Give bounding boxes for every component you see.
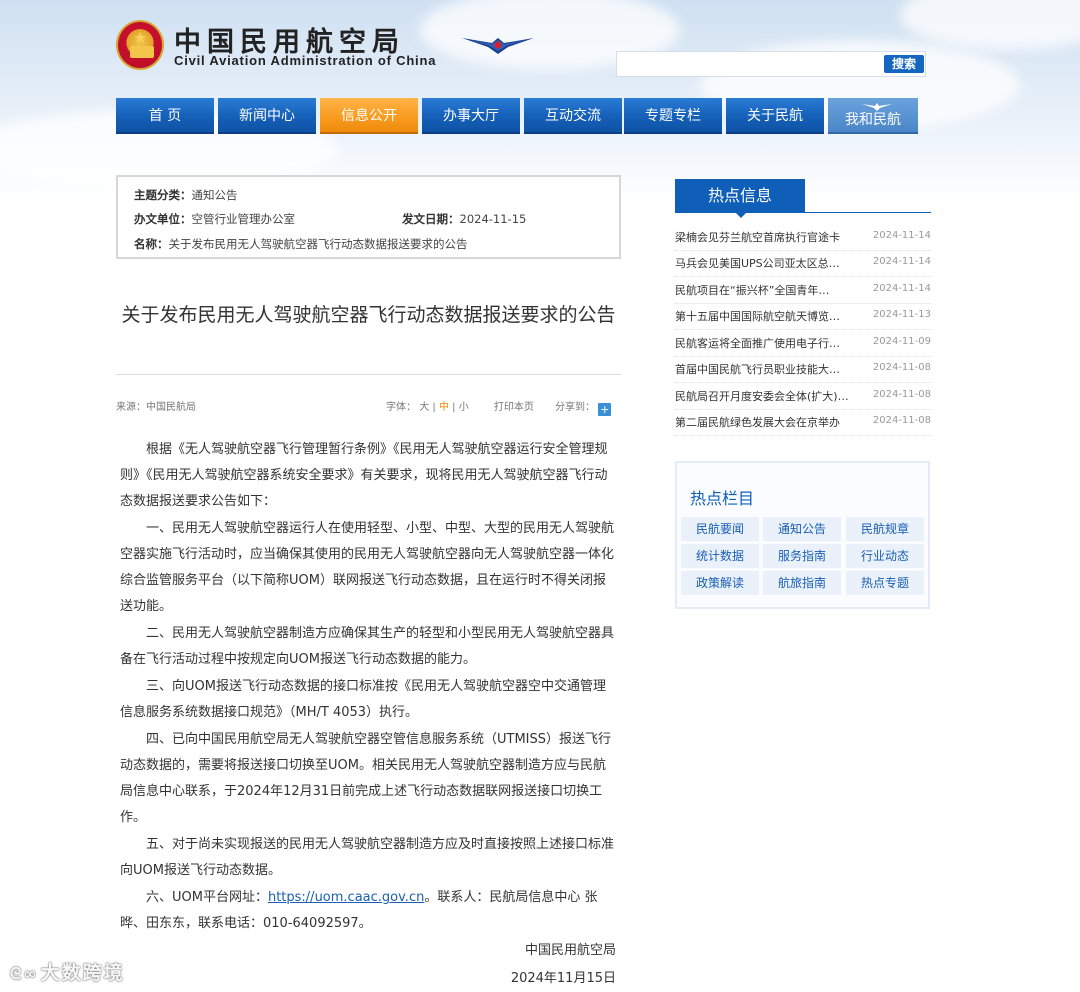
hot-info-rule [675,212,931,213]
hot-item-date: 2024-11-08 [872,389,931,400]
column-link[interactable]: 民航规章 [846,517,924,541]
column-link[interactable]: 民航要闻 [681,517,759,541]
hot-info-title: 热点信息 [675,179,805,218]
hot-item-date: 2024-11-14 [872,283,931,294]
meta-issuer-label: 办文单位： [134,212,192,226]
list-item[interactable]: 首届中国民航飞行员职业技能大… 2024-11-08 [675,357,931,383]
hot-item-date: 2024-11-08 [872,362,931,373]
hot-item-title[interactable]: 第二届民航绿色发展大会在京举办 [675,414,851,430]
meta-category-value: 通知公告 [191,188,238,202]
column-link[interactable]: 通知公告 [763,517,841,541]
list-item[interactable]: 民航客运将全面推广使用电子行… 2024-11-09 [675,331,931,357]
font-small-link[interactable]: 小 [459,402,469,413]
nav-topics[interactable]: 专题专栏 [624,98,722,134]
list-item[interactable]: 马兵会见美国UPS公司亚太区总… 2024-11-14 [675,251,931,277]
hot-item-date: 2024-11-13 [872,309,931,320]
hot-columns-box: 热点栏目 民航要闻 通知公告 民航规章 统计数据 服务指南 行业动态 政策解读 … [675,461,930,609]
meta-date: 发文日期：2024-11-15 [402,211,526,227]
article-body: 根据《无人驾驶航空器飞行管理暂行条例》《民用无人驾驶航空器运行安全管理规则》《民… [120,437,617,938]
nav-interaction[interactable]: 互动交流 [524,98,622,134]
font-size-label: 字体： [386,402,416,413]
column-link[interactable]: 服务指南 [763,544,841,568]
separator: | [452,402,456,413]
column-link[interactable]: 热点专题 [846,571,924,595]
separator: | [432,402,436,413]
list-item[interactable]: 民航项目在“振兴杯”全国青年… 2024-11-14 [675,278,931,304]
meta-name: 名称：关于发布民用无人驾驶航空器飞行动态数据报送要求的公告 [134,236,468,252]
contact-prefix: 六、UOM平台网址： [146,890,268,905]
search-input[interactable] [619,54,881,74]
meta-date-label: 发文日期： [402,212,460,226]
nav-label: 我和民航 [845,112,901,128]
hot-item-title[interactable]: 民航项目在“振兴杯”全国青年… [675,282,851,298]
print-link[interactable]: 打印本页 [494,402,534,413]
site-subtitle: Civil Aviation Administration of China [174,53,437,68]
paragraph: 二、民用无人驾驶航空器制造方应确保其生产的轻型和小型民用无人驾驶航空器具备在飞行… [120,626,615,667]
hot-item-title[interactable]: 首届中国民航飞行员职业技能大… [675,361,851,377]
nav-me-and-caac[interactable]: 我和民航 [828,98,918,134]
hot-item-title[interactable]: 民航局召开月度安委会全体(扩大)… [675,388,851,404]
hot-item-title[interactable]: 马兵会见美国UPS公司亚太区总… [675,255,851,271]
national-emblem-icon: ★ [116,20,164,70]
paragraph: 根据《无人驾驶航空器飞行管理暂行条例》《民用无人驾驶航空器运行安全管理规则》《民… [120,442,608,509]
meta-category-label: 主题分类： [134,188,192,202]
watermark-logo-icon: ᘓ∞ [10,964,39,983]
paragraph: 五、对于尚未实现报送的民用无人驾驶航空器制造方应及时直接按照上述接口标准向UOM… [120,837,615,878]
column-link[interactable]: 航旅指南 [763,571,841,595]
nav-about[interactable]: 关于民航 [726,98,824,134]
signature-date: 2024年11月15日 [510,971,616,986]
hot-item-date: 2024-11-08 [872,415,931,426]
list-item[interactable]: 第十五届中国国际航空航天博览… 2024-11-13 [675,304,931,330]
font-large-link[interactable]: 大 [419,402,429,413]
share-plus-icon[interactable]: + [598,403,612,416]
nav-service-hall[interactable]: 办事大厅 [422,98,520,134]
watermark: ᘓ∞ 大数跨境 [10,958,125,985]
meta-date-value: 2024-11-15 [459,212,527,226]
nav-info-disclosure[interactable]: 信息公开 [320,98,418,134]
divider [116,374,621,375]
paragraph: 三、向UOM报送飞行动态数据的接口标准按《民用无人驾驶航空器空中交通管理信息服务… [120,679,606,720]
document-meta-box: 主题分类：通知公告 办文单位：空管行业管理办公室 发文日期：2024-11-15… [116,175,621,259]
nav-news[interactable]: 新闻中心 [218,98,316,134]
list-item[interactable]: 梁楠会见芬兰航空首席执行官途卡 2024-11-14 [675,225,931,251]
article-title: 关于发布民用无人驾驶航空器飞行动态数据报送要求的公告 [121,304,616,326]
paragraph: 四、已向中国民用航空局无人驾驶航空器空管信息服务系统（UTMISS）报送飞行动态… [120,732,612,825]
font-medium-link[interactable]: 中 [439,402,449,413]
column-link[interactable]: 统计数据 [681,544,759,568]
hot-item-date: 2024-11-14 [872,256,931,267]
article-source: 来源：中国民航局 [116,402,196,413]
signature-org: 中国民用航空局 [524,943,616,958]
wings-icon [862,103,892,111]
hot-item-title[interactable]: 梁楠会见芬兰航空首席执行官途卡 [675,229,851,245]
uom-platform-link[interactable]: https://uom.caac.gov.cn [268,890,424,905]
list-item[interactable]: 第二届民航绿色发展大会在京举办 2024-11-08 [675,410,931,436]
column-link[interactable]: 行业动态 [846,544,924,568]
watermark-text: 大数跨境 [40,962,125,984]
search-button[interactable]: 搜索 [884,55,924,73]
meta-name-label: 名称： [134,237,169,251]
hot-item-date: 2024-11-09 [872,336,931,347]
caac-wings-logo-icon [462,38,534,54]
meta-category: 主题分类：通知公告 [134,187,238,203]
hot-item-date: 2024-11-14 [872,230,931,241]
nav-home[interactable]: 首 页 [116,98,214,134]
hot-columns-title: 热点栏目 [690,489,755,508]
paragraph-contact: 六、UOM平台网址：https://uom.caac.gov.cn。联系人：民航… [120,885,617,937]
paragraph: 一、民用无人驾驶航空器运行人在使用轻型、小型、中型、大型的民用无人驾驶航空器实施… [120,521,615,614]
search-box: 搜索 [616,51,926,77]
hot-item-title[interactable]: 民航客运将全面推广使用电子行… [675,335,851,351]
column-link[interactable]: 政策解读 [681,571,759,595]
list-item[interactable]: 民航局召开月度安委会全体(扩大)… 2024-11-08 [675,384,931,410]
meta-name-value: 关于发布民用无人驾驶航空器飞行动态数据报送要求的公告 [168,237,468,251]
share-label: 分享到： [555,402,596,413]
article-tools: 字体： 大 | 中 | 小 打印本页 分享到： + [386,398,612,416]
hot-item-title[interactable]: 第十五届中国国际航空航天博览… [675,308,851,324]
meta-issuer-value: 空管行业管理办公室 [191,212,296,226]
meta-issuer: 办文单位：空管行业管理办公室 [134,211,295,227]
